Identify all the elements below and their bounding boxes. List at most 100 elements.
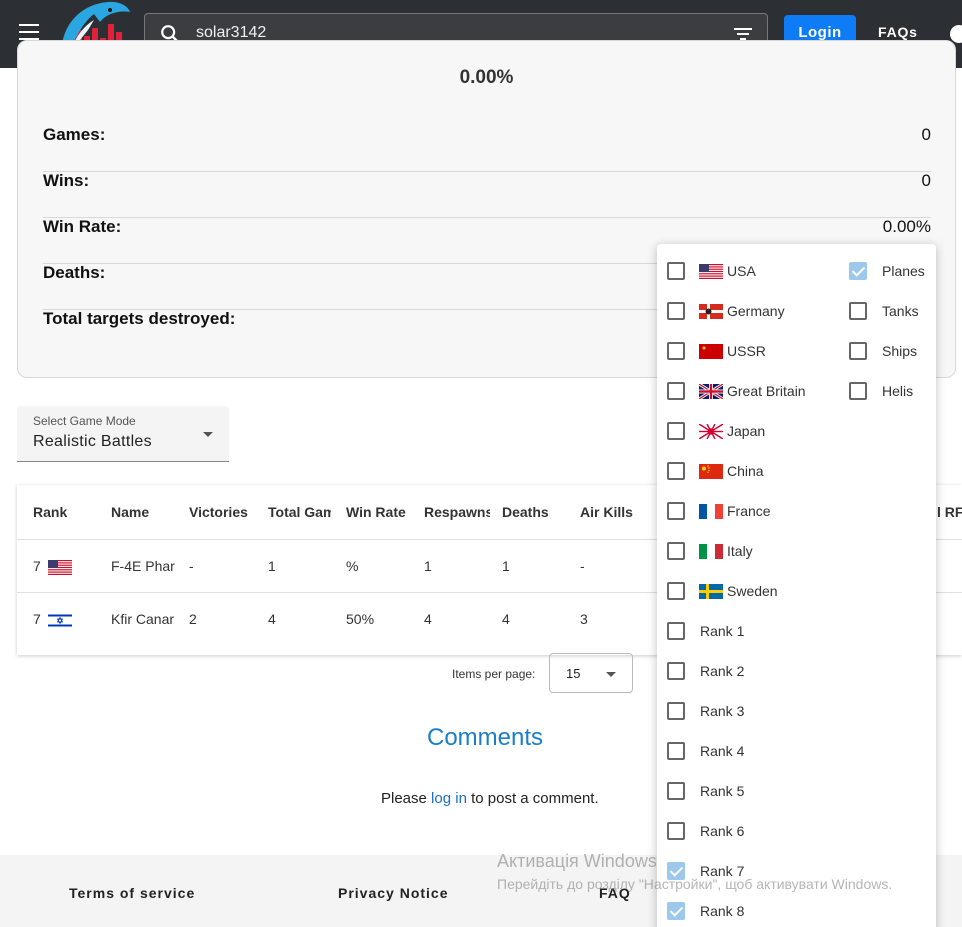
cell-air-kills: 3 <box>580 611 588 627</box>
option-label: Great Britain <box>727 383 806 399</box>
option-label: Rank 8 <box>700 903 745 919</box>
option-label: Italy <box>727 543 753 559</box>
option-label: Rank 5 <box>700 783 745 799</box>
stat-value: 0.00% <box>882 217 931 236</box>
cell-deaths: 1 <box>502 558 510 574</box>
cell-air-kills: - <box>580 558 585 574</box>
stat-label: Games: <box>43 125 106 144</box>
filter-dropdown-panel: USA Germany USSR Great Britain Japan Chi… <box>657 244 936 927</box>
rank-value: 7 <box>33 611 41 627</box>
cell-total-games: 4 <box>268 611 276 627</box>
option-label: Rank 1 <box>700 623 745 639</box>
checkbox[interactable] <box>667 662 685 680</box>
option-label: Rank 3 <box>700 703 745 719</box>
option-label: Germany <box>727 303 785 319</box>
cell-victories: 2 <box>189 611 197 627</box>
option-label: Tanks <box>882 303 919 319</box>
checkbox-checked[interactable] <box>667 902 685 920</box>
comments-title: Comments <box>427 724 544 751</box>
japan-flag-icon <box>699 424 723 439</box>
checkbox[interactable] <box>667 582 685 600</box>
israel-flag-icon <box>47 612 72 628</box>
comments-note: Please log in to post a comment. <box>381 790 599 807</box>
checkbox[interactable] <box>667 782 685 800</box>
option-label: Rank 6 <box>700 823 745 839</box>
cell-win-rate: % <box>346 558 359 574</box>
option-label: Rank 4 <box>700 743 745 759</box>
col-header-air-kills[interactable]: Air Kills <box>580 504 650 520</box>
col-header-respawns[interactable]: Respawns <box>424 504 490 520</box>
checkbox[interactable] <box>667 742 685 760</box>
checkbox-checked[interactable] <box>849 262 867 280</box>
option-label: France <box>727 503 771 519</box>
checkbox[interactable] <box>667 822 685 840</box>
cell-rank: 7 <box>33 558 72 575</box>
menu-icon[interactable] <box>19 24 39 40</box>
col-header-total-games[interactable]: Total Gam <box>268 504 331 520</box>
cell-respawns: 4 <box>424 611 432 627</box>
col-header-rank[interactable]: Rank <box>33 504 103 520</box>
usa-flag-icon <box>699 264 723 279</box>
italy-flag-icon <box>699 544 723 559</box>
sweden-flag-icon <box>699 584 723 599</box>
col-header-deaths[interactable]: Deaths <box>502 504 572 520</box>
checkbox[interactable] <box>667 702 685 720</box>
cell-total-games: 1 <box>268 558 276 574</box>
checkbox[interactable] <box>667 502 685 520</box>
stat-value: 0 <box>921 171 931 190</box>
items-per-page-select[interactable]: 15 <box>549 653 633 693</box>
stat-label: Wins: <box>43 171 90 190</box>
stat-label: Deaths: <box>43 263 106 282</box>
col-header-win-rate[interactable]: Win Rate <box>346 504 416 520</box>
col-header-victories[interactable]: Victories <box>189 504 263 520</box>
col-header-partial[interactable]: l RF <box>937 504 962 520</box>
stat-label: Win Rate: <box>43 217 122 236</box>
items-per-page-value: 15 <box>566 666 581 681</box>
option-label: Helis <box>882 383 914 399</box>
col-header-name[interactable]: Name <box>111 504 181 520</box>
cell-rank: 7 <box>33 611 72 628</box>
game-mode-label: Select Game Mode <box>33 414 136 428</box>
uk-flag-icon <box>699 384 723 399</box>
log-in-link[interactable]: log in <box>431 790 467 807</box>
checkbox[interactable] <box>849 382 867 400</box>
comments-prefix: Please <box>381 790 427 807</box>
game-mode-value: Realistic Battles <box>33 433 152 450</box>
cell-victories: - <box>189 558 194 574</box>
game-mode-select[interactable]: Select Game Mode Realistic Battles <box>17 406 229 462</box>
stats-top-value: 0.00% <box>459 67 514 88</box>
checkbox[interactable] <box>667 622 685 640</box>
stat-label: Total targets destroyed: <box>43 309 236 328</box>
option-label: China <box>727 463 764 479</box>
dropdown-arrow-icon <box>203 432 213 437</box>
option-label: Sweden <box>727 583 778 599</box>
cell-win-rate: 50% <box>346 611 375 627</box>
usa-flag-icon <box>47 559 72 575</box>
terms-link[interactable]: Terms of service <box>69 885 195 901</box>
checkbox[interactable] <box>667 382 685 400</box>
option-label: USA <box>727 263 756 279</box>
option-label: Ships <box>882 343 918 359</box>
privacy-link[interactable]: Privacy Notice <box>338 885 449 901</box>
checkbox[interactable] <box>667 262 685 280</box>
cell-deaths: 4 <box>502 611 510 627</box>
checkbox[interactable] <box>667 542 685 560</box>
comments-suffix: to post a comment. <box>471 790 599 807</box>
checkbox[interactable] <box>849 342 867 360</box>
windows-activation-hint: Перейдіть до розділу "Настройки", щоб ак… <box>497 876 893 892</box>
checkbox[interactable] <box>849 302 867 320</box>
items-per-page-label: Items per page: <box>452 667 536 681</box>
option-label: Planes <box>882 263 925 279</box>
faqs-link[interactable]: FAQs <box>878 24 918 40</box>
stat-row-games: Games: 0 <box>43 126 931 172</box>
rank-value: 7 <box>33 558 41 574</box>
theme-toggle-icon[interactable] <box>950 25 962 43</box>
china-flag-icon <box>699 464 723 479</box>
cell-name[interactable]: F-4E Phar <box>111 558 175 574</box>
checkbox[interactable] <box>667 302 685 320</box>
stat-value: 0 <box>921 125 931 144</box>
checkbox[interactable] <box>667 422 685 440</box>
cell-name[interactable]: Kfir Canar <box>111 611 175 627</box>
checkbox[interactable] <box>667 342 685 360</box>
checkbox[interactable] <box>667 462 685 480</box>
